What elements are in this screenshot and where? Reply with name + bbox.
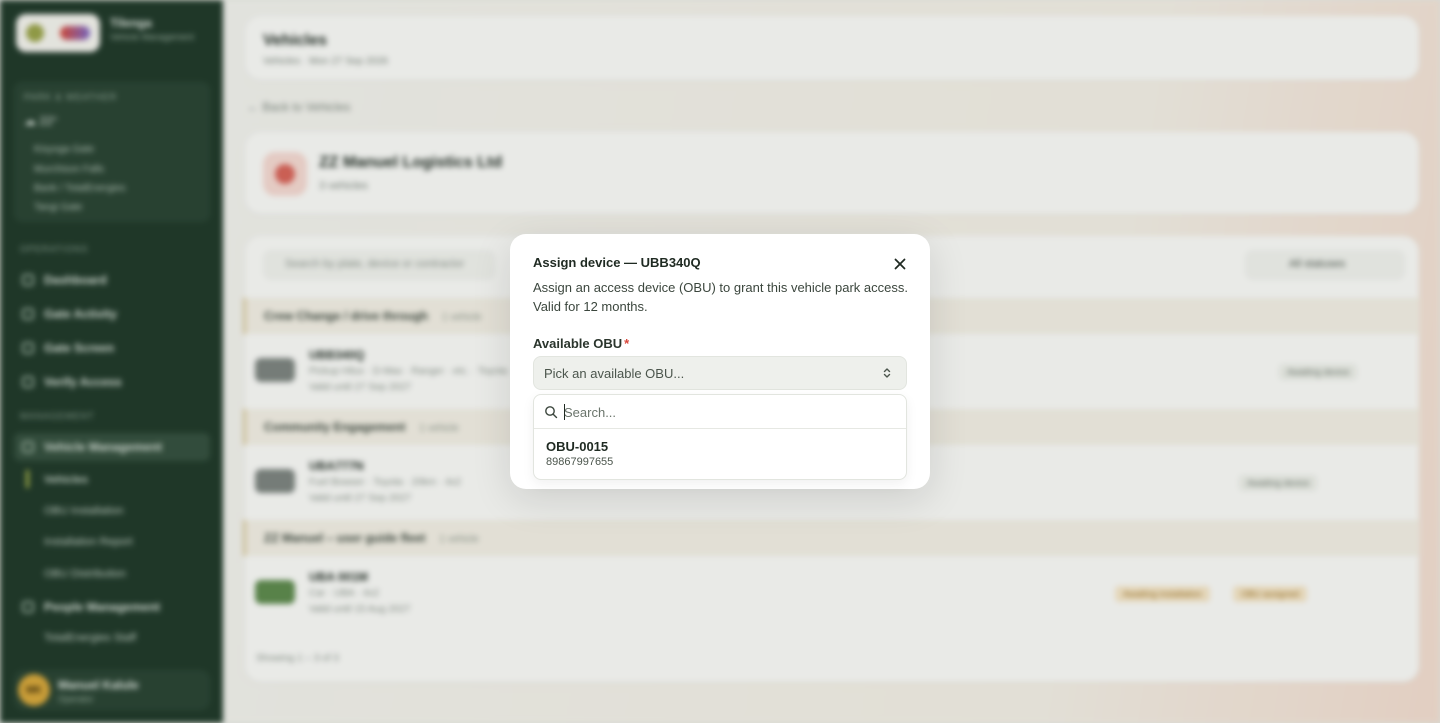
dialog-title: Assign device — UBB340Q <box>533 255 701 270</box>
assign-device-dialog: Assign device — UBB340Q Assign an access… <box>510 234 930 489</box>
required-mark: * <box>624 336 630 351</box>
obu-option-serial: 89867997655 <box>546 456 614 468</box>
obu-select[interactable]: Pick an available OBU... <box>533 356 907 390</box>
obu-dropdown: OBU-0015 89867997655 <box>533 394 907 480</box>
select-placeholder: Pick an available OBU... <box>544 365 685 381</box>
close-icon <box>894 258 906 270</box>
obu-option[interactable]: OBU-0015 89867997655 <box>538 433 902 475</box>
close-button[interactable] <box>890 254 910 274</box>
chevron-up-down-icon <box>883 368 891 378</box>
available-obu-label: Available OBU * <box>533 336 630 351</box>
obu-option-title: OBU-0015 <box>546 439 609 454</box>
dialog-description: Assign an access device (OBU) to grant t… <box>533 280 908 314</box>
dropdown-search <box>534 395 906 429</box>
obu-search-input[interactable] <box>564 402 894 422</box>
search-icon <box>545 406 558 419</box>
text-caret <box>564 404 565 420</box>
